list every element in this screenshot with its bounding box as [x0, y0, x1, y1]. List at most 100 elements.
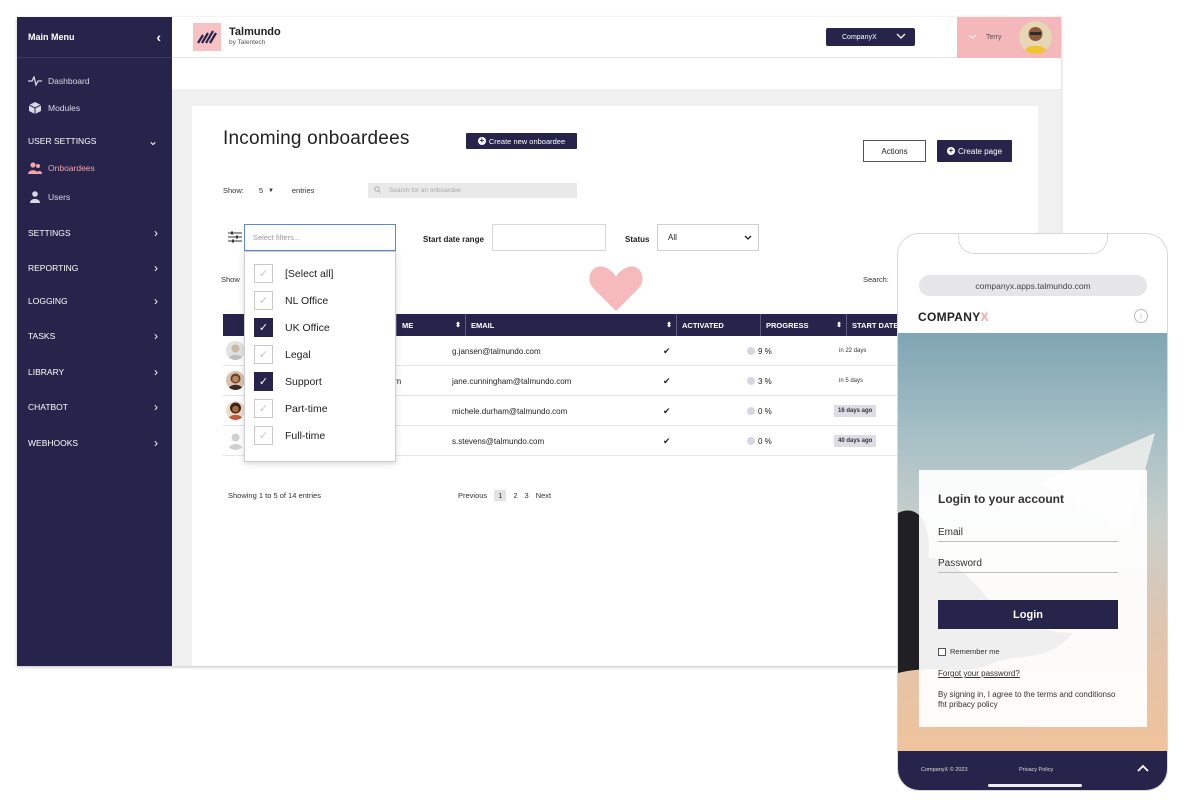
url-bar[interactable]: companyx.apps.talmundo.com: [919, 275, 1147, 296]
actions-button[interactable]: Actions: [863, 140, 926, 162]
chevron-right-icon: ›: [154, 400, 158, 414]
topbar: Talmundo by Talentech CompanyX Terry: [172, 17, 1061, 58]
checkbox[interactable]: ✓: [254, 264, 273, 283]
filter-option-nl-office[interactable]: ✓ NL Office: [254, 291, 328, 310]
column-email[interactable]: EMAIL ⬍: [465, 314, 676, 336]
checkbox[interactable]: ✓: [254, 291, 273, 310]
sidebar-item-label: REPORTING: [28, 263, 79, 273]
checkbox-checked[interactable]: ✓: [254, 372, 273, 391]
sidebar-item-user-settings[interactable]: USER SETTINGS ⌄: [28, 134, 158, 148]
filter-dropdown: ✓ [Select all] ✓ NL Office ✓ UK Office ✓…: [244, 251, 396, 462]
heart-icon: [586, 261, 646, 315]
footer-privacy-link[interactable]: Privacy Policy: [1019, 767, 1053, 773]
sidebar-item-modules[interactable]: Modules: [28, 102, 158, 114]
scroll-up-icon[interactable]: [1137, 759, 1149, 775]
sidebar-item-tasks[interactable]: TASKS ›: [28, 329, 158, 343]
pagination-page-3[interactable]: 3: [525, 491, 529, 500]
column-label: START DATE: [852, 320, 899, 330]
sidebar-item-label: Dashboard: [48, 76, 90, 86]
sidebar-title: Main Menu: [28, 32, 75, 42]
onboardee-search-input[interactable]: Search for an onboardee: [368, 183, 577, 198]
activated-check-icon: ✔: [663, 375, 671, 386]
forgot-password-link[interactable]: Forgot your password?: [938, 669, 1020, 678]
filter-option-label: Full-time: [285, 429, 326, 442]
sidebar-item-reporting[interactable]: REPORTING ›: [28, 261, 158, 275]
sidebar-item-users[interactable]: Users: [28, 191, 158, 203]
filter-select-input[interactable]: Select filters...: [244, 224, 396, 251]
sidebar-item-label: WEBHOOKS: [28, 438, 79, 448]
remember-checkbox[interactable]: [938, 647, 946, 656]
filter-option-part-time[interactable]: ✓ Part-time: [254, 399, 328, 418]
pagination-page-1[interactable]: 1: [494, 490, 507, 501]
pagination-page-2[interactable]: 2: [513, 491, 517, 500]
sort-icon: ⬍: [666, 322, 672, 329]
status-select[interactable]: All: [657, 224, 759, 251]
sidebar-item-webhooks[interactable]: WEBHOOKS ›: [28, 436, 158, 450]
company-selector[interactable]: CompanyX: [826, 28, 915, 46]
avatar: [226, 371, 245, 390]
sidebar-item-label: LOGGING: [28, 296, 68, 306]
filter-option-uk-office[interactable]: ✓ UK Office: [254, 318, 330, 337]
activated-check-icon: ✔: [663, 435, 671, 446]
filter-sliders-icon[interactable]: [228, 230, 242, 243]
chevron-down-icon: ⌄: [147, 134, 158, 148]
filter-option-full-time[interactable]: ✓ Full-time: [254, 426, 325, 445]
create-page-button[interactable]: + Create page: [937, 140, 1012, 162]
caret-down-icon: ▼: [268, 187, 274, 194]
column-progress[interactable]: PROGRESS ⬍: [760, 314, 846, 336]
sidebar-header: Main Menu ‹: [17, 17, 172, 58]
column-activated[interactable]: ACTIVATED: [676, 314, 760, 336]
sidebar-item-settings[interactable]: SETTINGS ›: [28, 226, 158, 240]
sidebar-item-onboardees[interactable]: Onboardees: [28, 162, 158, 174]
checkbox[interactable]: ✓: [254, 426, 273, 445]
create-onboardee-button[interactable]: + Create new onboardee: [466, 133, 577, 149]
checkbox[interactable]: ✓: [254, 345, 273, 364]
email-field[interactable]: Email: [938, 527, 1118, 542]
phone-footer: CompanyX © 2023 Privacy Policy: [898, 751, 1167, 790]
start-date-cell: in 22 days: [834, 336, 866, 366]
table-search-label: Search:: [863, 275, 889, 284]
footer-copyright: CompanyX © 2023: [921, 767, 968, 773]
remember-me[interactable]: Remember me: [938, 647, 1000, 656]
brand-sub: by Talentech: [229, 39, 266, 46]
pagination-next[interactable]: Next: [536, 491, 551, 500]
user-menu[interactable]: Terry: [957, 17, 1061, 58]
password-field[interactable]: Password: [938, 558, 1118, 573]
page-size-value: 5: [258, 186, 264, 195]
page-size-select[interactable]: 5 ▼: [259, 186, 285, 195]
chevron-right-icon: ›: [154, 261, 158, 275]
start-date-cell: in 5 days: [834, 366, 863, 396]
avatar[interactable]: [1019, 21, 1052, 54]
email-cell: g.jansen@talmundo.com: [452, 346, 541, 356]
sidebar-item-logging[interactable]: LOGGING ›: [28, 294, 158, 308]
chevron-right-icon: ›: [154, 226, 158, 240]
sidebar-item-dashboard[interactable]: Dashboard: [28, 75, 158, 87]
checkbox[interactable]: ✓: [254, 399, 273, 418]
sidebar-item-label: TASKS: [28, 331, 56, 341]
start-date-badge: 16 days ago: [834, 405, 877, 417]
checkbox-checked[interactable]: ✓: [254, 318, 273, 337]
column-name[interactable]: ME ⬍: [396, 314, 465, 336]
company-logo-main: COMPANY: [918, 310, 981, 324]
filter-option-select-all[interactable]: ✓ [Select all]: [254, 264, 333, 283]
sort-icon: ⬍: [455, 322, 461, 329]
login-button[interactable]: Login: [938, 600, 1118, 629]
start-date-range-input[interactable]: [492, 224, 606, 251]
chevron-down-icon: [744, 233, 752, 242]
pulse-icon: [28, 75, 42, 87]
sidebar-item-library[interactable]: LIBRARY ›: [28, 365, 158, 379]
pagination-previous[interactable]: Previous: [458, 491, 487, 500]
sidebar-item-chatbot[interactable]: CHATBOT ›: [28, 400, 158, 414]
company-logo-x: X: [980, 310, 989, 324]
collapse-sidebar-icon[interactable]: ‹: [156, 29, 161, 45]
plus-icon: +: [477, 136, 486, 145]
filter-option-label: [Select all]: [285, 267, 334, 280]
table-info: Showing 1 to 5 of 14 entries: [228, 491, 321, 500]
filter-option-legal[interactable]: ✓ Legal: [254, 345, 311, 364]
filter-option-support[interactable]: ✓ Support: [254, 372, 322, 391]
home-indicator: [988, 784, 1082, 787]
entries-label: entries: [291, 186, 315, 195]
info-icon[interactable]: i: [1134, 309, 1148, 323]
page-title: Incoming onboardees: [223, 128, 410, 149]
start-date-text: in 22 days: [839, 348, 867, 354]
